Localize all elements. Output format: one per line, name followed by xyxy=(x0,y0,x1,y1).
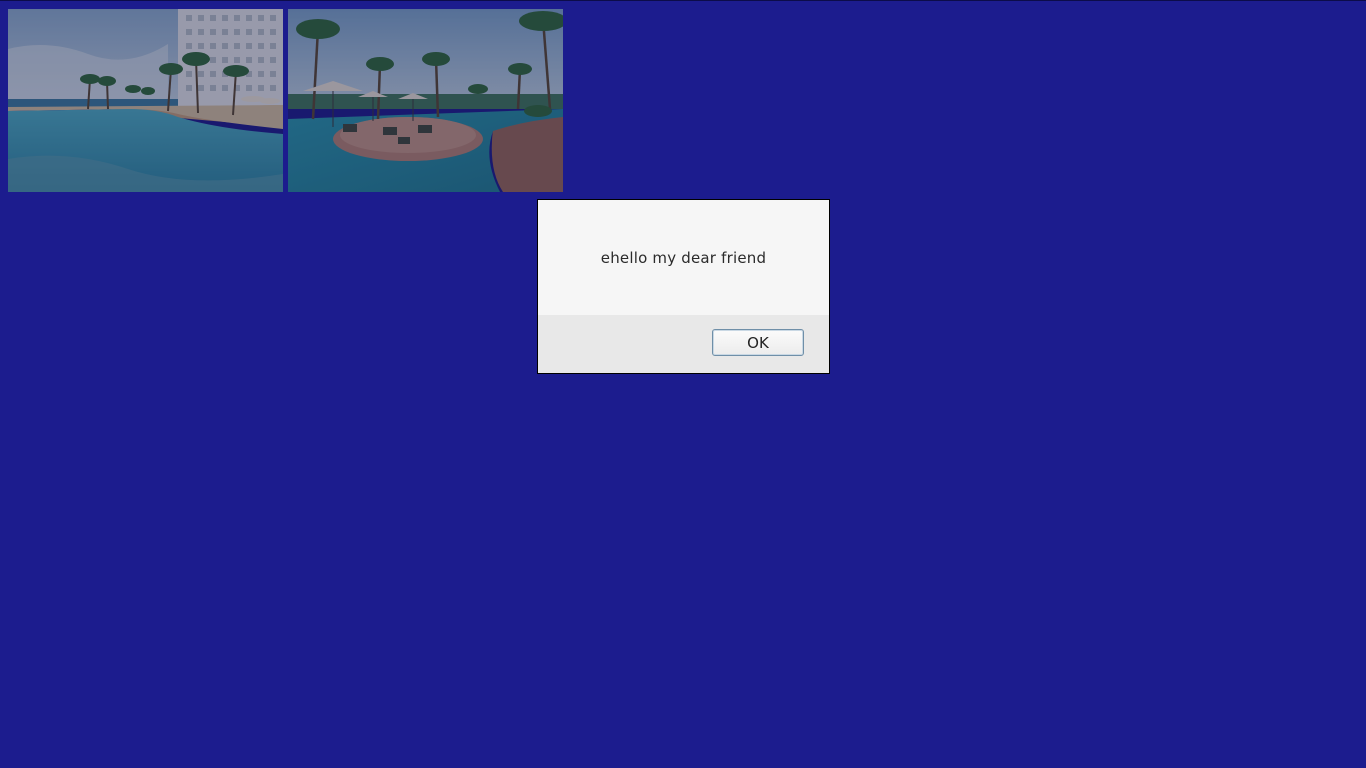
top-border-line xyxy=(0,0,1366,1)
dialog-message: ehello my dear friend xyxy=(600,248,767,267)
dialog-footer: OK xyxy=(538,315,829,373)
resort-pool-photo xyxy=(8,9,283,192)
dialog-body: ehello my dear friend xyxy=(538,200,829,315)
alert-dialog: ehello my dear friend OK xyxy=(537,199,830,374)
ok-button[interactable]: OK xyxy=(712,329,804,356)
resort-lagoon-cafe-photo xyxy=(288,9,563,192)
